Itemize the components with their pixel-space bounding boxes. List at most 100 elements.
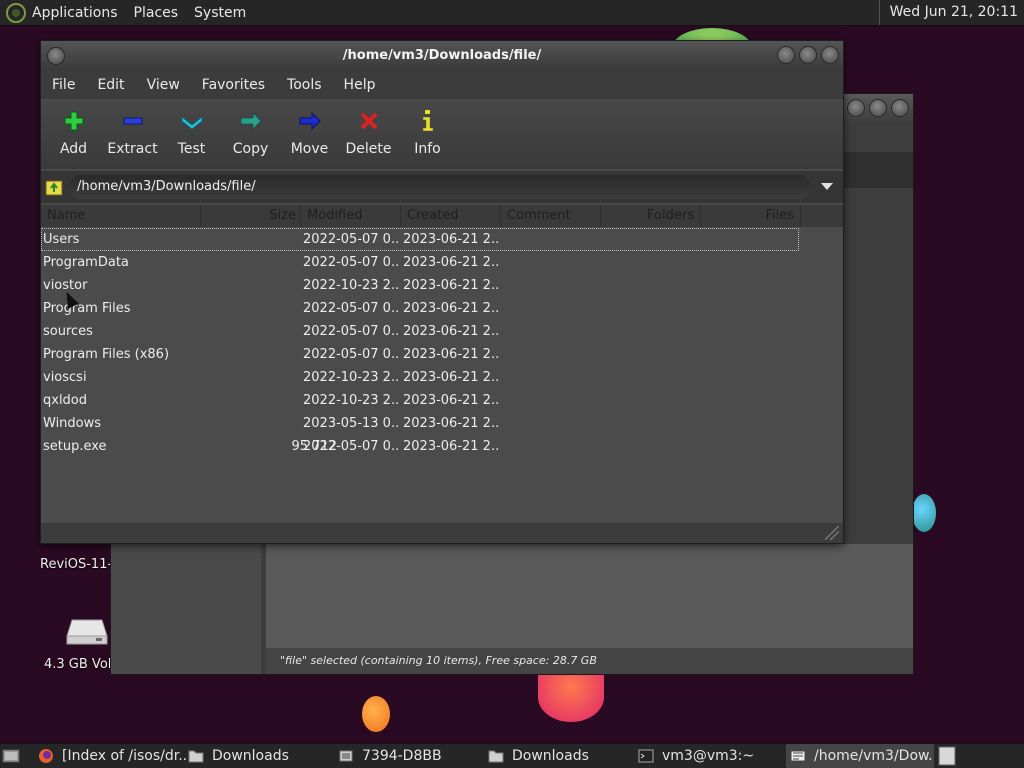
table-row[interactable]: ProgramData 2022-05-07 0... 2023-06-21 2..… [41, 251, 843, 274]
maximize-button[interactable] [869, 99, 887, 117]
taskbar-item-label: [Index of /isos/dr... [62, 748, 186, 764]
table-row[interactable]: sources 2022-05-07 0... 2023-06-21 2... [41, 320, 843, 343]
taskbar-item-active[interactable]: /home/vm3/Dow... [786, 744, 934, 768]
menu-file[interactable]: File [41, 77, 86, 93]
copy-button-label: Copy [232, 141, 269, 157]
column-header-created[interactable]: Created [401, 205, 501, 227]
taskbar-item[interactable]: vm3@vm3:~ [638, 744, 784, 768]
taskbar-item[interactable]: 7394-D8BB [338, 744, 484, 768]
address-input[interactable]: /home/vm3/Downloads/file/ [69, 175, 811, 199]
column-header-folders[interactable]: Folders [601, 205, 701, 227]
delete-x-icon [357, 109, 381, 133]
cell-created: 2023-06-21 2... [403, 416, 499, 431]
column-header-name[interactable]: Name [41, 205, 201, 227]
table-row[interactable]: vioscsi 2022-10-23 2... 2023-06-21 2... [41, 366, 843, 389]
table-row[interactable]: setup.exe 95 712 2022-05-07 0... 2023-06-21… [41, 435, 843, 458]
taskbar-item[interactable]: [Index of /isos/dr... [38, 744, 186, 768]
table-row[interactable]: Windows 2023-05-13 0... 2023-06-21 2... [41, 412, 843, 435]
cell-created: 2023-06-21 2... [403, 255, 499, 270]
cell-modified: 2023-05-13 0... [303, 416, 399, 431]
window-menu-button[interactable] [47, 47, 65, 65]
minus-icon [121, 109, 145, 133]
top-panel: Applications Places System Wed Jun 21, 2… [0, 0, 1024, 26]
table-row[interactable]: viostor 2022-10-23 2... 2023-06-21 2... [41, 274, 843, 297]
minimize-button[interactable] [777, 46, 795, 64]
terminal-icon [638, 749, 654, 763]
test-button[interactable]: Test [162, 99, 221, 169]
menu-bar: File Edit View Favorites Tools Help [41, 71, 843, 99]
cell-created: 2023-06-21 2... [403, 347, 499, 362]
table-row[interactable]: qxldod 2022-10-23 2... 2023-06-21 2... [41, 389, 843, 412]
cell-created: 2023-06-21 2... [403, 439, 499, 454]
cell-modified: 2022-05-07 0... [303, 232, 399, 247]
add-button[interactable]: Add [44, 99, 103, 169]
cell-modified: 2022-05-07 0... [303, 347, 399, 362]
extract-button[interactable]: Extract [103, 99, 162, 169]
cell-modified: 2022-05-07 0... [303, 439, 399, 454]
cell-created: 2023-06-21 2... [403, 278, 499, 293]
column-header-row: Name Size Modified Created Comment Folde… [41, 205, 843, 227]
taskbar-item-label: 7394-D8BB [362, 748, 442, 764]
cell-modified: 2022-10-23 2... [303, 278, 399, 293]
minimize-button[interactable] [847, 99, 865, 117]
cell-modified: 2022-10-23 2... [303, 370, 399, 385]
close-button[interactable] [891, 99, 909, 117]
column-header-size[interactable]: Size [201, 205, 301, 227]
info-icon [416, 109, 440, 133]
desktop-icon-label[interactable]: ReviOS-11-2 [40, 557, 120, 572]
table-row[interactable]: Users 2022-05-07 0... 2023-06-21 2... [41, 228, 799, 251]
maximize-button[interactable] [799, 46, 817, 64]
background-window-toolbar [841, 152, 913, 188]
chevron-down-icon[interactable] [821, 183, 833, 190]
menu-tools[interactable]: Tools [276, 77, 333, 93]
drive-icon[interactable] [66, 616, 108, 646]
delete-button-label: Delete [345, 141, 392, 157]
menu-help[interactable]: Help [333, 77, 387, 93]
window-title: /home/vm3/Downloads/file/ [342, 48, 542, 63]
desktop-icon-label[interactable]: 4.3 GB Volu [44, 657, 120, 672]
address-bar: /home/vm3/Downloads/file/ [41, 171, 843, 203]
file-list[interactable]: Name Size Modified Created Comment Folde… [41, 205, 843, 523]
cell-created: 2023-06-21 2... [403, 324, 499, 339]
column-header-comment[interactable]: Comment [501, 205, 601, 227]
check-chevron-icon [180, 109, 204, 133]
drive-icon [339, 750, 353, 762]
cell-modified: 2022-05-07 0... [303, 301, 399, 316]
test-button-label: Test [177, 141, 206, 157]
taskbar-item[interactable]: Downloads [188, 744, 334, 768]
column-header-files[interactable]: Files [701, 205, 801, 227]
menu-favorites[interactable]: Favorites [191, 77, 276, 93]
cell-name: Windows [43, 416, 102, 431]
close-button[interactable] [821, 46, 839, 64]
move-button[interactable]: Move [280, 99, 339, 169]
show-desktop-icon[interactable] [2, 748, 20, 764]
panel-clock[interactable]: Wed Jun 21, 20:11 [878, 0, 1024, 25]
taskbar-item[interactable]: Downloads [488, 744, 634, 768]
column-header-modified[interactable]: Modified [301, 205, 401, 227]
delete-button[interactable]: Delete [339, 99, 398, 169]
plus-icon [62, 109, 86, 133]
info-button[interactable]: Info [398, 99, 457, 169]
table-row[interactable]: Program Files 2022-05-07 0... 2023-06-21 2… [41, 297, 843, 320]
menu-view[interactable]: View [136, 77, 191, 93]
menu-edit[interactable]: Edit [86, 77, 135, 93]
taskbar-item-label: Downloads [212, 748, 289, 764]
archive-manager-window[interactable]: /home/vm3/Downloads/file/ File Edit View… [40, 40, 844, 544]
table-row[interactable]: Program Files (x86) 2022-05-07 0... 2023-0… [41, 343, 843, 366]
resize-grip[interactable] [825, 526, 839, 540]
panel-menu-system[interactable]: System [194, 5, 246, 21]
taskbar-item-label: /home/vm3/Dow... [814, 748, 934, 764]
folder-up-icon[interactable] [45, 178, 63, 196]
window-titlebar[interactable]: /home/vm3/Downloads/file/ [41, 41, 843, 71]
taskbar: [Index of /isos/dr... Downloads 7394-D8B… [0, 743, 1024, 768]
cell-modified: 2022-10-23 2... [303, 393, 399, 408]
panel-menu-places[interactable]: Places [134, 5, 179, 21]
distro-logo-icon[interactable] [6, 2, 26, 23]
copy-button[interactable]: Copy [221, 99, 280, 169]
folder-icon [488, 750, 504, 763]
workspace-switcher-icon[interactable] [938, 746, 956, 766]
panel-menu-applications[interactable]: Applications [32, 5, 118, 21]
add-button-label: Add [59, 141, 88, 157]
cell-name: Users [43, 232, 80, 247]
cell-modified: 2022-05-07 0... [303, 255, 399, 270]
